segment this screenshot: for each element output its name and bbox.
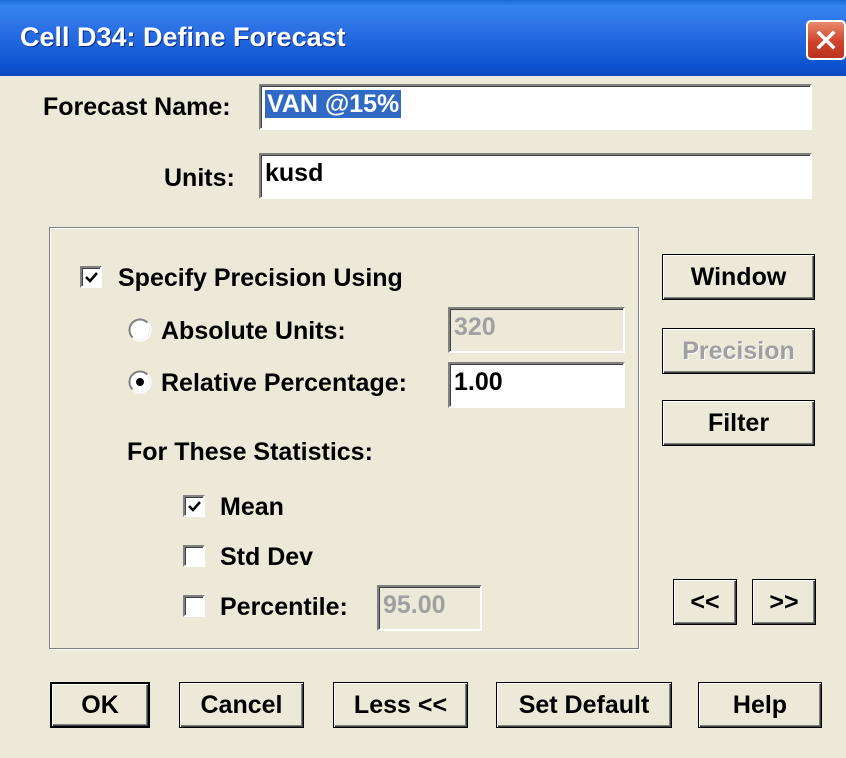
cancel-button[interactable]: Cancel — [179, 682, 304, 728]
less-button[interactable]: Less << — [333, 682, 468, 728]
ok-button[interactable]: OK — [50, 682, 150, 728]
units-value: kusd — [265, 159, 324, 187]
absolute-units-input[interactable]: 320 — [448, 307, 625, 353]
units-label: Units: — [164, 164, 235, 192]
relative-percentage-input[interactable]: 1.00 — [448, 362, 625, 408]
close-icon — [816, 30, 836, 50]
specify-precision-checkbox[interactable] — [80, 266, 102, 288]
radio-dot-icon — [136, 378, 144, 386]
statistics-heading: For These Statistics: — [127, 438, 373, 466]
help-button[interactable]: Help — [698, 682, 822, 728]
forecast-name-value: VAN @15% — [265, 90, 402, 118]
precision-button[interactable]: Precision — [662, 328, 815, 374]
checkmark-icon — [187, 500, 201, 512]
forecast-name-label: Forecast Name: — [43, 93, 231, 121]
filter-button[interactable]: Filter — [662, 400, 815, 446]
next-button[interactable]: >> — [752, 579, 816, 625]
set-default-button[interactable]: Set Default — [496, 682, 672, 728]
relative-percentage-value: 1.00 — [454, 368, 503, 396]
window-title: Cell D34: Define Forecast — [20, 22, 346, 52]
units-input[interactable]: kusd — [259, 153, 812, 199]
title-bar[interactable]: Cell D34: Define Forecast — [0, 0, 846, 76]
close-button[interactable] — [806, 20, 846, 60]
relative-percentage-radio[interactable] — [128, 370, 152, 394]
mean-label: Mean — [220, 493, 284, 521]
previous-button[interactable]: << — [673, 579, 737, 625]
forecast-name-input[interactable]: VAN @15% — [259, 84, 812, 130]
specify-precision-label: Specify Precision Using — [118, 264, 403, 292]
std-dev-checkbox[interactable] — [183, 545, 205, 567]
absolute-units-radio[interactable] — [128, 318, 152, 342]
percentile-label: Percentile: — [220, 593, 348, 621]
absolute-units-value: 320 — [454, 313, 496, 341]
checkmark-icon — [84, 271, 98, 283]
window-button[interactable]: Window — [662, 254, 815, 300]
mean-checkbox[interactable] — [183, 495, 205, 517]
percentile-value: 95.00 — [383, 591, 446, 619]
percentile-checkbox[interactable] — [183, 595, 205, 617]
relative-percentage-label: Relative Percentage: — [161, 369, 407, 397]
absolute-units-label: Absolute Units: — [161, 317, 346, 345]
percentile-input[interactable]: 95.00 — [377, 585, 482, 631]
std-dev-label: Std Dev — [220, 543, 314, 571]
